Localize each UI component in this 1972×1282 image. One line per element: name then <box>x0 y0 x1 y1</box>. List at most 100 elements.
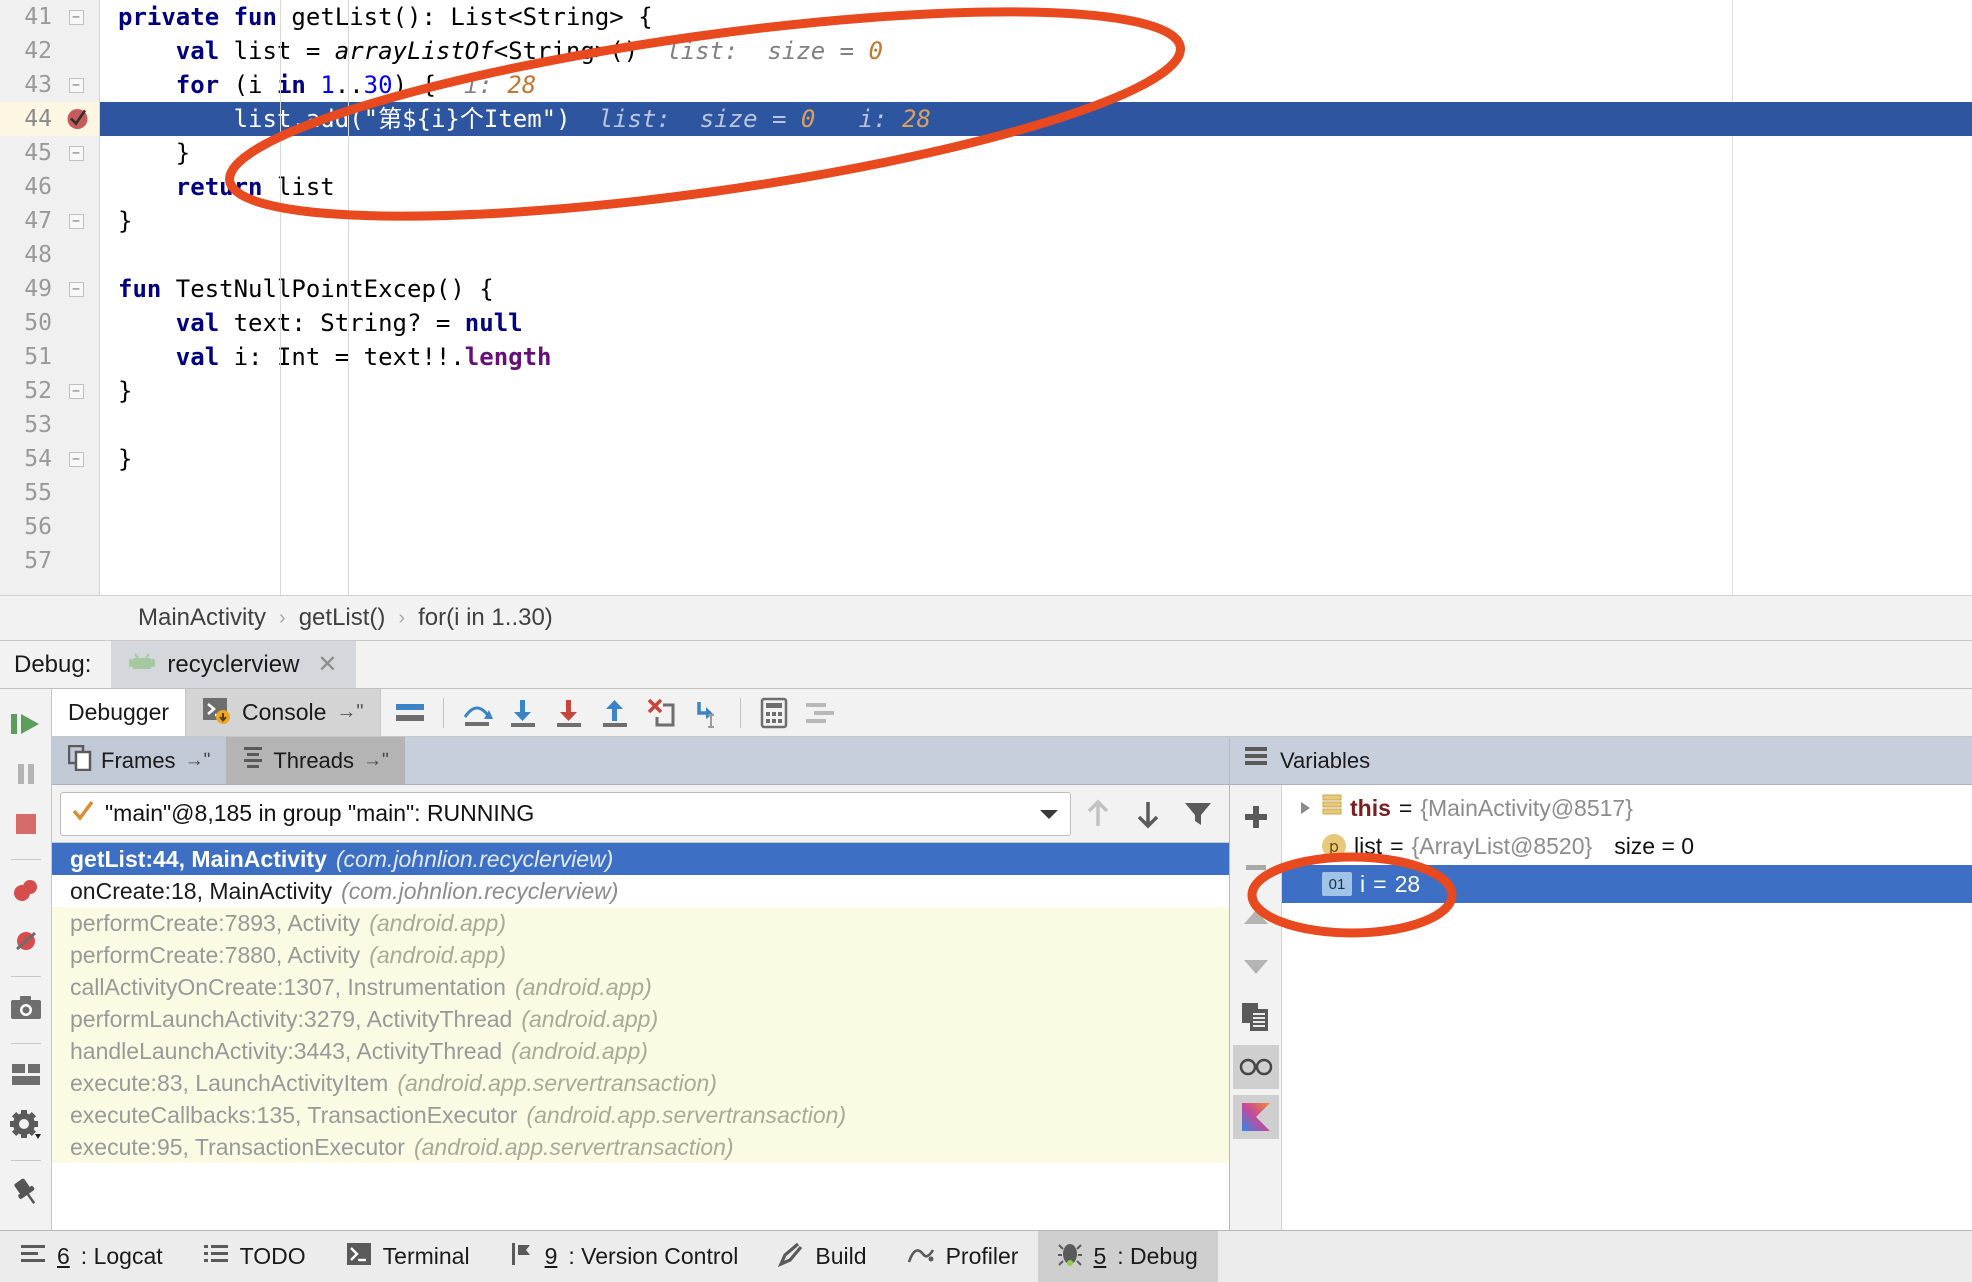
stack-frame-row[interactable]: execute:95, TransactionExecutor (android.… <box>52 1131 1229 1163</box>
gutter-line[interactable]: 56 <box>0 510 99 544</box>
settings-layout-icon[interactable] <box>799 692 841 734</box>
close-icon[interactable]: ✕ <box>317 650 337 679</box>
call-stack-list[interactable]: getList:44, MainActivity (com.johnlion.re… <box>52 843 1229 1230</box>
stack-frame-row[interactable]: execute:83, LaunchActivityItem (android.a… <box>52 1067 1229 1099</box>
fold-region[interactable]: − <box>64 77 88 93</box>
fold-collapse-icon[interactable]: − <box>68 451 84 467</box>
fold-collapse-icon[interactable]: − <box>68 281 84 297</box>
thread-selector-row[interactable]: "main"@8,185 in group "main": RUNNING <box>52 785 1229 843</box>
gutter-line[interactable]: 43− <box>0 68 99 102</box>
breakpoint-icon[interactable] <box>66 108 89 131</box>
gutter-line[interactable]: 55 <box>0 476 99 510</box>
breadcrumb-item-1[interactable]: getList() <box>299 604 386 632</box>
tab-pin-indicator[interactable]: →ʺ <box>336 701 363 724</box>
code-editor[interactable]: 41−42 43−44 45−46 47−48 49−50 51 52−53 54−55 56 5… <box>0 0 1972 595</box>
filter-icon[interactable] <box>1175 791 1221 837</box>
gutter-line[interactable]: 41− <box>0 0 99 34</box>
status-bar[interactable]: 6: Logcat TODO Terminal 9: Version Control B… <box>0 1230 1972 1282</box>
breadcrumb-item-2[interactable]: for(i in 1..30) <box>418 604 553 632</box>
stack-frame-row[interactable]: performLaunchActivity:3279, ActivityThre… <box>52 1003 1229 1035</box>
code-line[interactable]: val list = arrayListOf<String>() list: si… <box>100 34 1972 68</box>
gutter-line[interactable]: 48 <box>0 238 99 272</box>
status-bar-item[interactable]: Terminal <box>326 1231 490 1282</box>
force-step-into-icon[interactable] <box>548 692 590 734</box>
fold-region[interactable]: − <box>64 281 88 297</box>
screenshot-icon[interactable] <box>3 985 49 1031</box>
stack-frame-row[interactable]: onCreate:18, MainActivity (com.johnlion.r… <box>52 875 1229 907</box>
gutter-line[interactable]: 54− <box>0 442 99 476</box>
kotlin-logo-icon[interactable] <box>1232 1095 1279 1139</box>
step-out-icon[interactable] <box>594 692 636 734</box>
gutter-line[interactable]: 46 <box>0 170 99 204</box>
tab-pin-indicator[interactable]: →ʺ <box>185 750 211 772</box>
status-bar-item[interactable]: Profiler <box>887 1231 1039 1282</box>
thread-select[interactable]: "main"@8,185 in group "main": RUNNING <box>60 791 1071 836</box>
debugger-action-toolbar[interactable] <box>380 689 1972 736</box>
stack-frame-row[interactable]: getList:44, MainActivity (com.johnlion.re… <box>52 843 1229 875</box>
debug-side-toolbar[interactable] <box>0 689 52 1230</box>
remove-watch-icon[interactable] <box>1233 845 1279 889</box>
tab-pin-indicator[interactable]: →ʺ <box>363 750 389 772</box>
variable-row[interactable]: 01 i = 28 <box>1282 865 1972 903</box>
status-bar-item[interactable]: 5: Debug <box>1038 1231 1218 1282</box>
move-up-icon[interactable] <box>1075 791 1121 837</box>
watches-glasses-icon[interactable] <box>1232 1045 1279 1089</box>
code-line[interactable]: return list <box>100 170 1972 204</box>
show-execution-point-icon[interactable] <box>389 692 431 734</box>
step-over-icon[interactable] <box>456 692 498 734</box>
frames-tab-row[interactable]: Frames →ʺ Threads →ʺ <box>52 737 1229 785</box>
pin-icon[interactable] <box>3 1169 49 1215</box>
settings-gear-icon[interactable] <box>3 1102 49 1148</box>
fold-region[interactable]: − <box>64 9 88 25</box>
gutter-line[interactable]: 52− <box>0 374 99 408</box>
drop-frame-icon[interactable] <box>640 692 682 734</box>
code-line[interactable] <box>100 544 1972 578</box>
step-into-icon[interactable] <box>502 692 544 734</box>
status-bar-item[interactable]: 6: Logcat <box>0 1231 183 1282</box>
fold-region[interactable]: − <box>64 451 88 467</box>
variables-list[interactable]: this = {MainActivity@8517} p list = {ArrayList… <box>1282 785 1972 1230</box>
tab-threads[interactable]: Threads →ʺ <box>226 737 405 784</box>
stack-frame-row[interactable]: performCreate:7893, Activity (android.app… <box>52 907 1229 939</box>
evaluate-expression-icon[interactable] <box>753 692 795 734</box>
breadcrumb-item-0[interactable]: MainActivity <box>138 604 266 632</box>
code-line[interactable] <box>100 510 1972 544</box>
fold-collapse-icon[interactable]: − <box>68 77 84 93</box>
fold-collapse-icon[interactable]: − <box>68 383 84 399</box>
code-line[interactable]: } <box>100 442 1972 476</box>
mute-breakpoints-icon[interactable] <box>3 918 49 964</box>
run-to-cursor-icon[interactable] <box>686 692 728 734</box>
code-line[interactable]: fun TestNullPointExcep() { <box>100 272 1972 306</box>
code-content[interactable]: private fun getList(): List<String> { va… <box>100 0 1972 595</box>
fold-region[interactable]: − <box>64 213 88 229</box>
code-line[interactable]: private fun getList(): List<String> { <box>100 0 1972 34</box>
resume-program-icon[interactable] <box>3 701 49 747</box>
code-line[interactable]: for (i in 1..30) {i: 28 <box>100 68 1972 102</box>
fold-region[interactable]: − <box>64 383 88 399</box>
code-line[interactable]: } <box>100 204 1972 238</box>
code-line[interactable] <box>100 408 1972 442</box>
gutter-line[interactable]: 45− <box>0 136 99 170</box>
code-line[interactable]: val i: Int = text!!.length <box>100 340 1972 374</box>
stop-icon[interactable] <box>3 801 49 847</box>
copy-value-icon[interactable] <box>1233 995 1279 1039</box>
editor-gutter[interactable]: 41−42 43−44 45−46 47−48 49−50 51 52−53 54−55 56 5… <box>0 0 100 595</box>
fold-collapse-icon[interactable]: − <box>68 213 84 229</box>
add-watch-icon[interactable] <box>1233 795 1279 839</box>
stack-frame-row[interactable]: callActivityOnCreate:1307, Instrumentati… <box>52 971 1229 1003</box>
gutter-line[interactable]: 51 <box>0 340 99 374</box>
status-bar-item[interactable]: TODO <box>183 1231 326 1282</box>
fold-region[interactable]: − <box>64 145 88 161</box>
code-line[interactable]: } <box>100 136 1972 170</box>
code-line[interactable]: } <box>100 374 1972 408</box>
breadcrumb[interactable]: MainActivity › getList() › for(i in 1..3… <box>0 595 1972 641</box>
gutter-line[interactable]: 57 <box>0 544 99 578</box>
move-up-icon[interactable] <box>1233 895 1279 939</box>
stack-frame-row[interactable]: executeCallbacks:135, TransactionExecuto… <box>52 1099 1229 1131</box>
variable-row[interactable]: this = {MainActivity@8517} <box>1282 789 1972 827</box>
code-line[interactable] <box>100 476 1972 510</box>
gutter-line[interactable]: 49− <box>0 272 99 306</box>
gutter-line[interactable]: 42 <box>0 34 99 68</box>
code-line[interactable] <box>100 238 1972 272</box>
pause-program-icon[interactable] <box>3 751 49 797</box>
